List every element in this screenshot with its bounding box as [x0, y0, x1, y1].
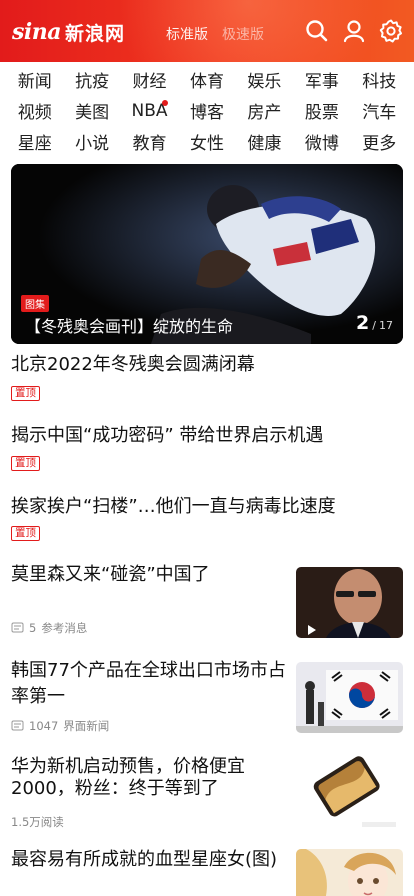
news-title: 揭示中国“成功密码” 带给世界启示机遇 [11, 425, 324, 446]
channel-health[interactable]: 健康 [236, 126, 293, 157]
news-meta: 1.5万阅读 [11, 814, 64, 830]
page-total: 17 [379, 319, 393, 332]
portrait-thumbnail [296, 567, 403, 638]
read-count: 1.5万阅读 [11, 815, 64, 829]
channel-auto[interactable]: 汽车 [351, 95, 408, 126]
gear-icon[interactable] [378, 18, 404, 44]
channel-novel[interactable]: 小说 [63, 126, 120, 157]
channel-label: 娱乐 [247, 72, 282, 92]
gallery-page-indicator: 2 / 17 [356, 312, 393, 334]
channel-blog[interactable]: 博客 [178, 95, 235, 126]
logo-cn-text: 新浪网 [65, 22, 126, 45]
hero-gallery-card[interactable]: 图集 【冬残奥会画刊】绽放的生命 2 / 17 [11, 164, 403, 344]
channel-stocks[interactable]: 股票 [293, 95, 350, 126]
news-title: 北京2022年冬残奥会圆满闭幕 [11, 354, 255, 375]
news-item[interactable]: 揭示中国“成功密码” 带给世界启示机遇 置顶 [0, 421, 414, 479]
pinned-badge: 置顶 [11, 386, 40, 401]
channel-weibo[interactable]: 微博 [293, 126, 350, 157]
channel-label: 房产 [247, 103, 282, 123]
news-title: 莫里森又来“碰瓷”中国了 [11, 564, 210, 585]
logo-sina-text: sina [12, 19, 62, 45]
channel-news[interactable]: 新闻 [6, 64, 63, 95]
channel-label: 小说 [75, 134, 110, 154]
sina-logo[interactable]: sina 新浪网 [12, 18, 125, 46]
illustration-thumbnail [296, 849, 403, 896]
news-source: 参考消息 [41, 621, 88, 635]
news-item[interactable]: 莫里森又来“碰瓷”中国了 5 参考消息 [0, 562, 414, 642]
channel-entertainment[interactable]: 娱乐 [236, 64, 293, 95]
hero-caption: 【冬残奥会画刊】绽放的生命 [25, 317, 234, 336]
page-current: 2 [356, 312, 370, 334]
channel-more[interactable]: 更多 [351, 126, 408, 157]
channel-photos[interactable]: 美图 [63, 95, 120, 126]
news-item[interactable]: 韩国77个产品在全球出口市场市占 率第一 1047 界面新闻 [0, 656, 414, 738]
channel-label: 新闻 [17, 72, 52, 92]
news-title-line-1: 韩国77个产品在全球出口市场市占 [11, 660, 286, 681]
channel-label: 博客 [189, 103, 224, 123]
top-header: sina 新浪网 标准版 极速版 [0, 0, 414, 62]
channel-label: 股票 [304, 103, 339, 123]
pinned-badge: 置顶 [11, 456, 40, 471]
channel-finance[interactable]: 财经 [121, 64, 178, 95]
channel-label: 抗疫 [75, 72, 110, 92]
channel-label: 视频 [17, 103, 52, 123]
channel-women[interactable]: 女性 [178, 126, 235, 157]
channel-horoscope[interactable]: 星座 [6, 126, 63, 157]
comment-count: 5 [29, 621, 37, 635]
news-title: 挨家挨户“扫楼”…他们一直与病毒比速度 [11, 496, 336, 517]
news-title-line-2: 率第一 [11, 686, 65, 707]
news-item[interactable]: 北京2022年冬残奥会圆满闭幕 置顶 [0, 350, 414, 408]
user-icon[interactable] [341, 18, 367, 44]
channel-label: 财经 [132, 72, 167, 92]
channel-tech[interactable]: 科技 [351, 64, 408, 95]
search-icon[interactable] [304, 18, 330, 44]
channel-label: 健康 [247, 134, 282, 154]
channel-label: 汽车 [362, 103, 397, 123]
channel-label: 更多 [362, 134, 397, 154]
news-meta: 5 参考消息 [11, 620, 87, 636]
channel-label: 微博 [304, 134, 339, 154]
channel-label: 女性 [189, 134, 224, 154]
news-item[interactable]: 最容易有所成就的血型星座女(图) [0, 845, 414, 896]
news-meta: 1047 界面新闻 [11, 718, 109, 734]
channel-sports[interactable]: 体育 [178, 64, 235, 95]
news-title-line-2: 2000，粉丝：终于等到了 [11, 778, 219, 799]
channel-label: 星座 [17, 134, 52, 154]
channel-video[interactable]: 视频 [6, 95, 63, 126]
channel-epidemic[interactable]: 抗疫 [63, 64, 120, 95]
flag-thumbnail [296, 662, 403, 733]
news-item[interactable]: 华为新机启动预售，价格便宜 2000，粉丝：终于等到了 1.5万阅读 [0, 752, 414, 836]
channel-military[interactable]: 军事 [293, 64, 350, 95]
channel-label: 科技 [362, 72, 397, 92]
gallery-tag: 图集 [21, 295, 49, 312]
news-item[interactable]: 挨家挨户“扫楼”…他们一直与病毒比速度 置顶 [0, 492, 414, 550]
channel-label: 教育 [132, 134, 167, 154]
comment-count: 1047 [29, 719, 59, 733]
phone-thumbnail [296, 756, 403, 827]
news-title: 最容易有所成就的血型星座女(图) [11, 849, 278, 870]
standard-version-link[interactable]: 标准版 [166, 24, 208, 44]
comment-icon [11, 622, 24, 632]
comment-icon [11, 720, 24, 730]
channel-real-estate[interactable]: 房产 [236, 95, 293, 126]
news-source: 界面新闻 [63, 719, 110, 733]
lite-version-link[interactable]: 极速版 [222, 24, 264, 44]
channel-label: 美图 [75, 103, 110, 123]
channel-label: 体育 [189, 72, 224, 92]
channel-education[interactable]: 教育 [121, 126, 178, 157]
page-separator: / [372, 319, 376, 332]
channel-label: 军事 [304, 72, 339, 92]
channel-nba[interactable]: NBA [121, 95, 178, 126]
channel-grid: 新闻 抗疫 财经 体育 娱乐 军事 科技 视频 美图 NBA 博客 房产 股票 … [0, 64, 414, 156]
pinned-badge: 置顶 [11, 526, 40, 541]
